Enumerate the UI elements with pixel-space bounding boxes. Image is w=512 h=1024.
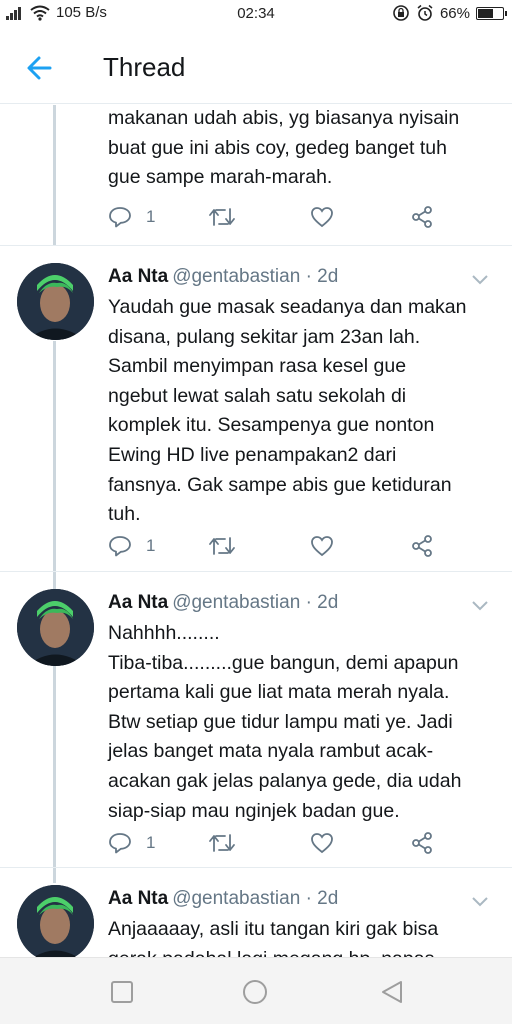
author-handle: @gentabastian · 2d (172, 266, 339, 287)
heart-icon (311, 833, 333, 854)
author-handle: @gentabastian · 2d (172, 592, 339, 613)
system-nav-bar (0, 957, 512, 1024)
tweet-author[interactable]: Aa Nta @gentabastian · 2d (108, 888, 338, 910)
avatar[interactable] (17, 885, 94, 957)
lock-rotation-icon (393, 5, 409, 21)
battery-icon (476, 6, 507, 20)
author-name: Aa Nta (108, 592, 169, 613)
tweet[interactable]: Aa Nta @gentabastian · 2d Nahhhh........ … (0, 572, 512, 867)
tweet-actions: 1 (108, 532, 448, 560)
avatar[interactable] (17, 589, 94, 666)
author-name: Aa Nta (108, 888, 169, 909)
tweet[interactable]: Aa Nta @gentabastian · 2d Anjaaaaay, asli… (0, 868, 512, 957)
tweet-actions: 1 (108, 203, 448, 231)
like-button[interactable] (310, 203, 334, 231)
back-arrow-icon[interactable] (22, 50, 58, 86)
battery-fill (478, 8, 494, 18)
profile-photo (17, 263, 94, 340)
chevron-down-icon[interactable] (470, 598, 490, 612)
triangle-back-icon[interactable] (378, 978, 406, 1006)
circle-icon[interactable] (241, 978, 269, 1006)
tweet-text: Nahhhh........ Tiba-tiba.........gue ban… (108, 622, 462, 822)
profile-photo (17, 589, 94, 666)
avatar[interactable] (17, 263, 94, 340)
author-name: Aa Nta (108, 266, 169, 287)
thread-feed[interactable]: makanan udah abis, yg biasanya nyisain b… (0, 105, 512, 957)
profile-photo (17, 885, 94, 957)
battery-percent: 66% (439, 4, 470, 22)
tweet-text: Anjaaaaay, asli itu tangan kiri gak bisa… (108, 918, 439, 957)
tweet-text: makanan udah abis, yg biasanya nyisain b… (108, 107, 460, 189)
status-right: 66% (392, 4, 507, 22)
tweet[interactable]: makanan udah abis, yg biasanya nyisain b… (0, 105, 512, 245)
share-icon (412, 535, 432, 557)
retweet-icon (209, 208, 235, 226)
square-icon[interactable] (108, 978, 136, 1006)
like-button[interactable] (310, 532, 334, 560)
retweet-button[interactable] (208, 203, 236, 231)
reply-count: 1 (146, 207, 156, 226)
share-button[interactable] (410, 203, 434, 231)
chevron-down-icon[interactable] (470, 272, 490, 286)
retweet-icon (209, 537, 235, 555)
tweet-text: Yaudah gue masak seadanya dan makan disa… (108, 296, 467, 526)
chevron-down-icon[interactable] (470, 894, 490, 908)
reply-count: 1 (146, 833, 156, 852)
share-button[interactable] (410, 829, 434, 857)
top-app-bar: Thread (0, 28, 512, 104)
status-bar: 105 B/s 02:34 66% (0, 0, 512, 28)
retweet-button[interactable] (208, 532, 236, 560)
tweet-author[interactable]: Aa Nta @gentabastian · 2d (108, 266, 338, 288)
heart-icon (311, 207, 333, 228)
reply-button[interactable]: 1 (108, 203, 155, 231)
reply-button[interactable]: 1 (108, 829, 155, 857)
reply-button[interactable]: 1 (108, 532, 155, 560)
share-button[interactable] (410, 532, 434, 560)
reply-icon (109, 536, 131, 557)
heart-icon (311, 536, 333, 557)
page-title: Thread (103, 52, 186, 82)
alarm-icon (417, 4, 433, 21)
retweet-button[interactable] (208, 829, 236, 857)
like-button[interactable] (310, 829, 334, 857)
tweet-author[interactable]: Aa Nta @gentabastian · 2d (108, 592, 338, 614)
reply-icon (109, 207, 131, 228)
share-icon (412, 832, 432, 854)
reply-count: 1 (146, 536, 156, 555)
retweet-icon (209, 834, 235, 852)
author-handle: @gentabastian · 2d (172, 888, 339, 909)
tweet-actions: 1 (108, 829, 448, 857)
share-icon (412, 206, 432, 228)
tweet[interactable]: Aa Nta @gentabastian · 2d Yaudah gue masa… (0, 246, 512, 571)
reply-icon (109, 833, 131, 854)
